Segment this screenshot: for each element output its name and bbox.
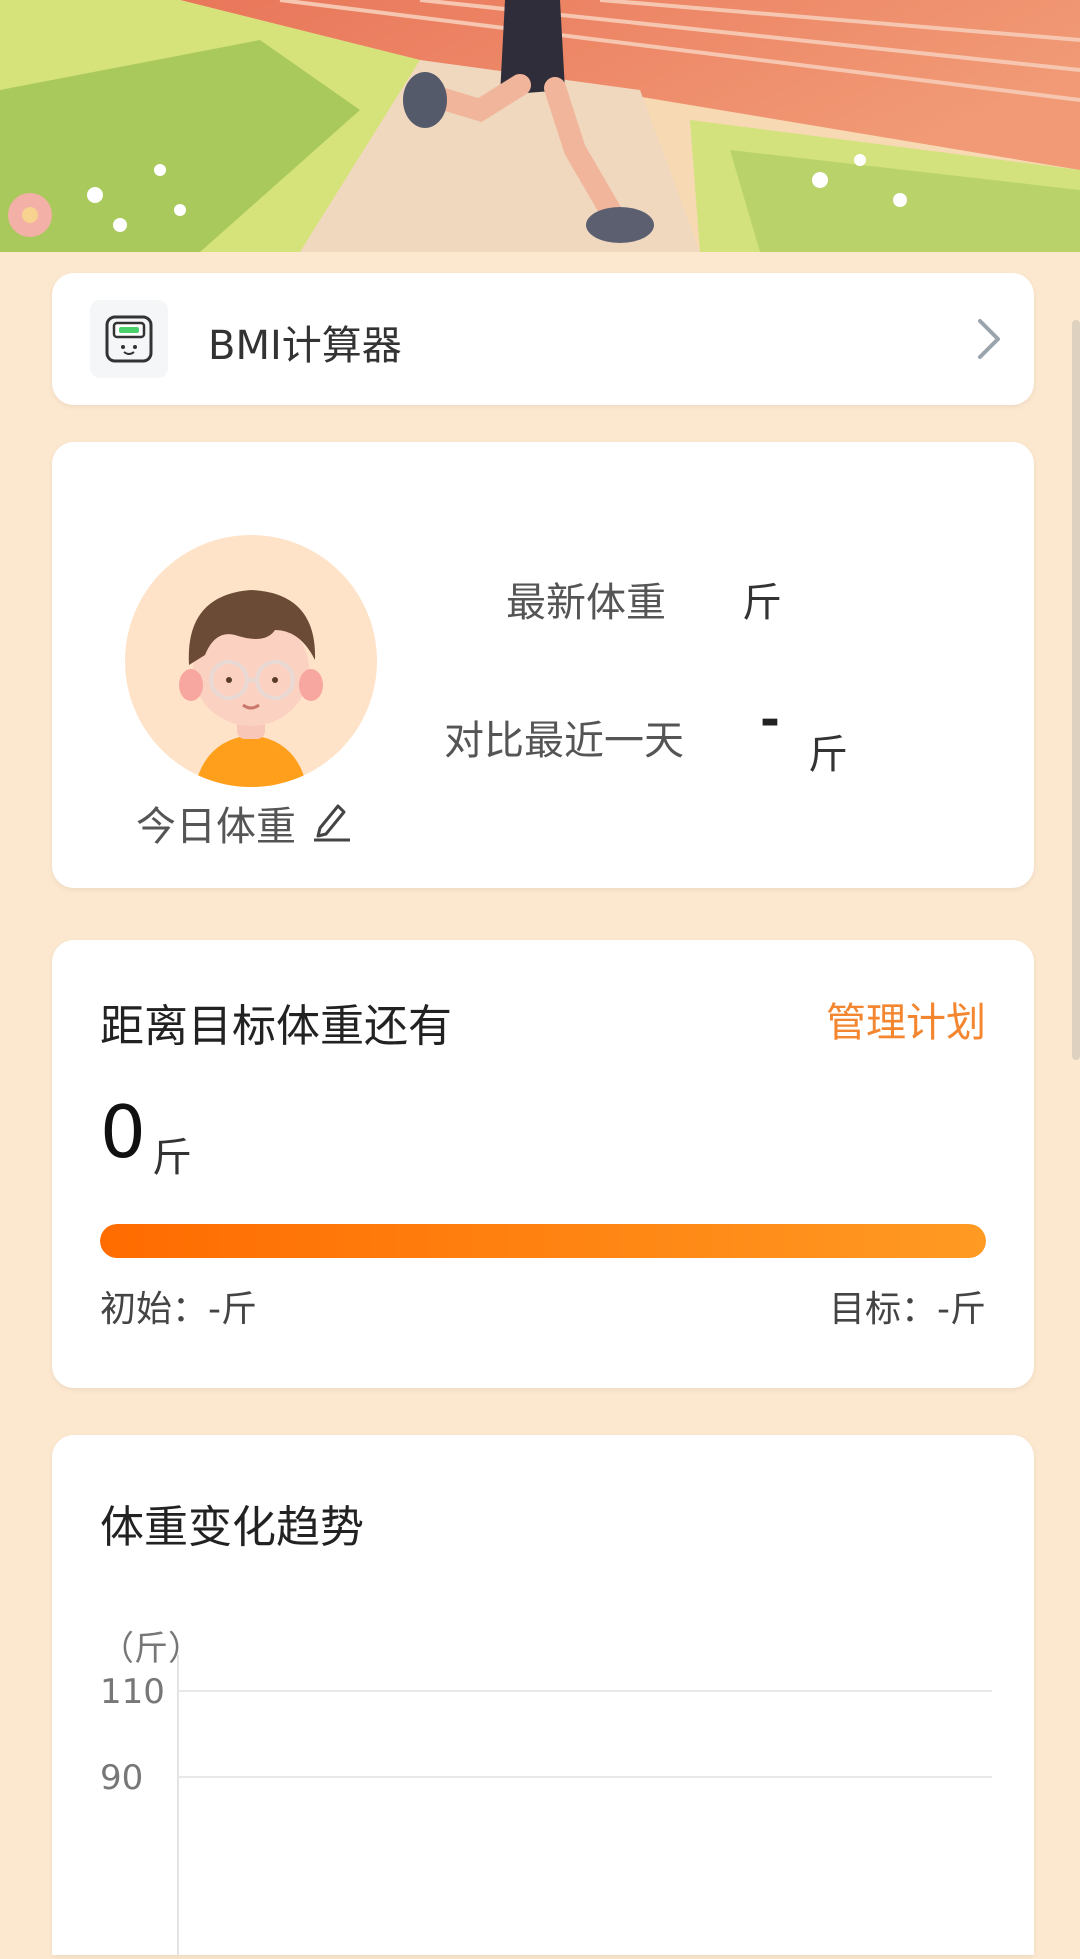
initial-weight-label: 初始：-斤 — [100, 1289, 257, 1330]
latest-weight-label: 最新体重 — [506, 580, 666, 626]
manage-plan-link[interactable]: 管理计划 — [826, 990, 986, 1048]
bmi-label: BMI计算器 — [208, 323, 402, 369]
y-tick-label: 90 — [100, 1758, 143, 1798]
scrollbar[interactable] — [1072, 320, 1080, 1060]
edit-icon[interactable] — [312, 798, 352, 846]
weight-trend-card: 体重变化趋势 （斤） 110 90 — [52, 1435, 1034, 1955]
goal-progress-bar — [100, 1224, 986, 1258]
bmi-calculator-row[interactable]: BMI计算器 — [52, 273, 1034, 405]
chevron-right-icon — [976, 317, 1002, 365]
goal-remaining-unit: 斤 — [152, 1135, 192, 1181]
compare-unit: 斤 — [808, 732, 848, 778]
trend-title: 体重变化趋势 — [100, 1502, 364, 1553]
goal-progress-fill — [100, 1224, 986, 1258]
avatar — [125, 535, 377, 787]
y-tick-label: 110 — [100, 1672, 165, 1712]
target-weight-label: 目标：-斤 — [829, 1289, 986, 1330]
scale-icon — [90, 300, 168, 378]
goal-title: 距离目标体重还有 — [100, 1001, 452, 1052]
goal-remaining-value: 0 — [100, 1090, 146, 1174]
hero-illustration — [0, 0, 1080, 252]
compare-label: 对比最近一天 — [444, 718, 684, 764]
weight-trend-chart: 110 90 — [52, 1655, 1034, 1955]
goal-card: 距离目标体重还有 管理计划 0 斤 初始：-斤 目标：-斤 — [52, 940, 1034, 1388]
compare-value: - — [760, 692, 780, 748]
weight-card: 今日体重 最新体重 斤 对比最近一天 - 斤 — [52, 442, 1034, 888]
today-weight-label: 今日体重 — [136, 804, 296, 850]
latest-weight-unit: 斤 — [742, 580, 782, 626]
